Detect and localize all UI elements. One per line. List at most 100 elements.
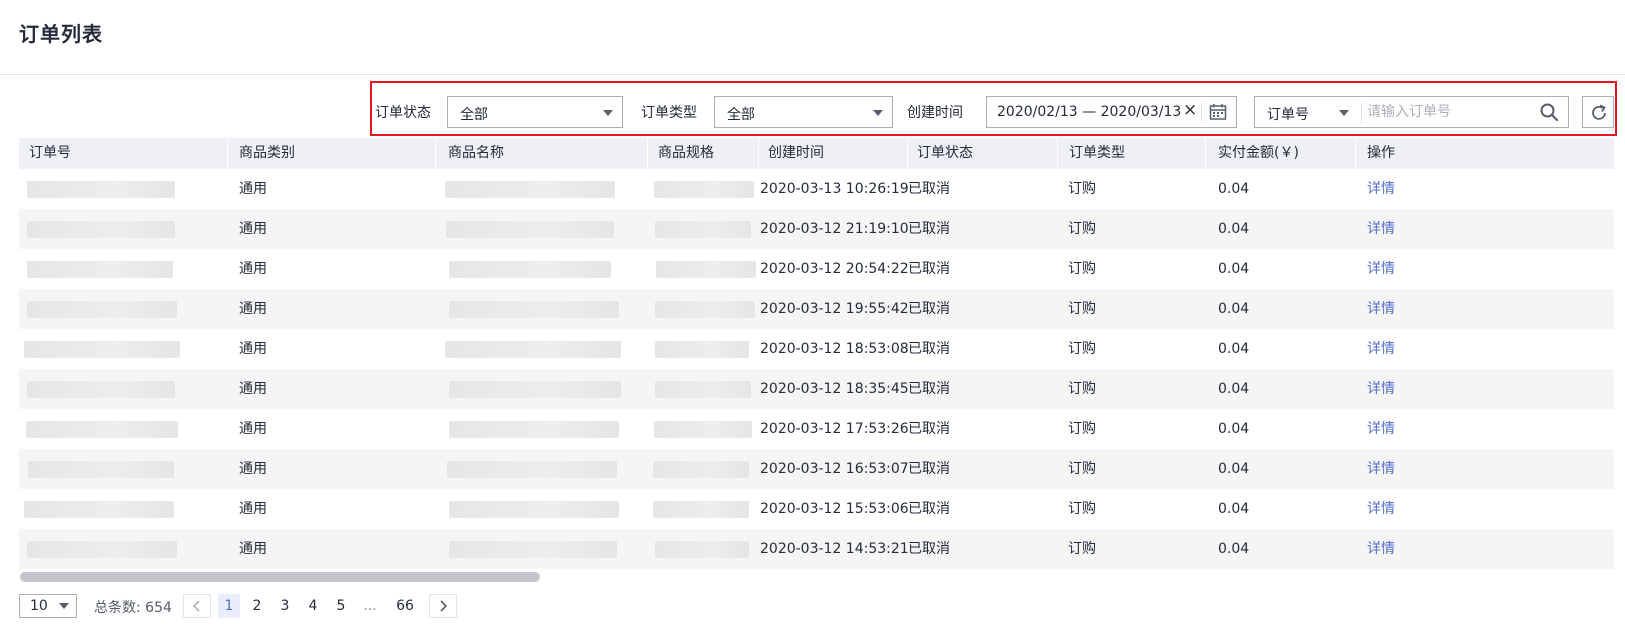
scrollbar-thumb[interactable]	[20, 572, 540, 582]
page-1[interactable]: 1	[218, 594, 240, 618]
detail-link[interactable]: 详情	[1367, 449, 1395, 489]
table-row: 通用 2020-03-12 14:53:21 已取消 订购 0.04 详情	[19, 529, 1614, 569]
cell-created-time: 2020-03-12 16:53:07	[760, 461, 909, 477]
redacted-spec	[653, 461, 749, 478]
cell-status: 已取消	[908, 221, 950, 237]
chevron-down-icon[interactable]	[1339, 110, 1349, 116]
search-field-select[interactable]: 订单号	[1267, 104, 1309, 124]
detail-link[interactable]: 详情	[1367, 209, 1395, 249]
table-row: 通用 2020-03-12 15:53:06 已取消 订购 0.04 详情	[19, 489, 1614, 529]
cell-status: 已取消	[908, 181, 950, 197]
next-page-button[interactable]	[429, 594, 457, 618]
redacted-spec	[655, 301, 755, 318]
redacted-order-no	[27, 381, 175, 398]
column-divider	[435, 138, 436, 169]
chevron-right-icon	[440, 600, 448, 612]
detail-link[interactable]: 详情	[1367, 329, 1395, 369]
cell-amount: 0.04	[1218, 501, 1250, 517]
detail-link[interactable]: 详情	[1367, 489, 1395, 529]
redacted-order-no	[26, 421, 178, 438]
detail-link[interactable]: 详情	[1367, 249, 1395, 289]
search-icon[interactable]	[1539, 102, 1559, 126]
detail-link[interactable]: 详情	[1367, 289, 1395, 329]
date-range-value: 2020/02/13 — 2020/03/13	[997, 104, 1182, 120]
cell-amount: 0.04	[1218, 541, 1250, 557]
page-5[interactable]: 5	[330, 594, 352, 618]
page-4[interactable]: 4	[302, 594, 324, 618]
cell-type: 订购	[1068, 381, 1096, 397]
cell-category: 通用	[239, 421, 267, 437]
cell-amount: 0.04	[1218, 461, 1250, 477]
page-size-value: 10	[30, 598, 48, 614]
page-ellipsis: ...	[363, 598, 377, 614]
cell-created-time: 2020-03-12 18:35:45	[760, 381, 909, 397]
redacted-product-name	[449, 541, 617, 558]
redacted-spec	[653, 501, 749, 518]
chevron-left-icon	[192, 600, 200, 612]
redacted-product-name	[449, 261, 611, 278]
search-divider	[1361, 103, 1362, 123]
refresh-button[interactable]	[1582, 96, 1614, 128]
column-header-category: 商品类别	[239, 145, 295, 161]
page-2[interactable]: 2	[246, 594, 268, 618]
page-66[interactable]: 66	[391, 594, 419, 618]
column-header-status: 订单状态	[917, 145, 973, 161]
redacted-product-name	[447, 461, 617, 478]
order-status-value: 全部	[460, 107, 488, 123]
redacted-spec	[655, 221, 751, 238]
redacted-spec	[654, 181, 754, 198]
page-3[interactable]: 3	[274, 594, 296, 618]
table-row: 通用 2020-03-12 19:55:42 已取消 订购 0.04 详情	[19, 289, 1614, 329]
detail-link[interactable]: 详情	[1367, 369, 1395, 409]
cell-category: 通用	[239, 261, 267, 277]
redacted-spec	[656, 261, 756, 278]
cell-category: 通用	[239, 341, 267, 357]
redacted-order-no	[27, 181, 175, 198]
column-divider	[227, 138, 228, 169]
redacted-order-no	[24, 501, 174, 518]
column-header-action: 操作	[1367, 145, 1395, 161]
cell-amount: 0.04	[1218, 181, 1250, 197]
cell-status: 已取消	[908, 541, 950, 557]
calendar-icon[interactable]	[1209, 103, 1227, 125]
redacted-order-no	[27, 221, 175, 238]
detail-link[interactable]: 详情	[1367, 529, 1395, 569]
page-title: 订单列表	[19, 22, 103, 46]
order-search-input[interactable]	[1367, 100, 1532, 124]
order-type-select[interactable]: 全部	[714, 96, 893, 128]
order-table: 订单号 商品类别 商品名称 商品规格 创建时间 订单状态 订单类型 实付金额(￥…	[19, 138, 1614, 569]
redacted-product-name	[445, 341, 621, 358]
column-header-spec: 商品规格	[658, 145, 714, 161]
redacted-order-no	[27, 541, 177, 558]
title-divider	[0, 74, 1625, 75]
chevron-down-icon	[873, 110, 883, 116]
cell-created-time: 2020-03-12 21:19:10	[760, 221, 909, 237]
cell-status: 已取消	[908, 421, 950, 437]
cell-status: 已取消	[908, 461, 950, 477]
column-header-created: 创建时间	[768, 145, 824, 161]
cell-type: 订购	[1068, 221, 1096, 237]
detail-link[interactable]: 详情	[1367, 409, 1395, 449]
column-divider	[1355, 138, 1356, 169]
page-size-select[interactable]: 10	[19, 594, 77, 618]
prev-page-button[interactable]	[183, 594, 211, 618]
chevron-down-icon	[603, 110, 613, 116]
table-row: 通用 2020-03-12 17:53:26 已取消 订购 0.04 详情	[19, 409, 1614, 449]
column-divider	[1057, 138, 1058, 169]
column-header-order-no: 订单号	[29, 145, 71, 161]
horizontal-scrollbar[interactable]	[19, 571, 1614, 582]
date-range-picker[interactable]: 2020/02/13 — 2020/03/13 ×	[986, 96, 1237, 128]
cell-amount: 0.04	[1218, 381, 1250, 397]
total-count: 总条数: 654	[94, 600, 172, 616]
order-type-value: 全部	[727, 107, 755, 123]
order-status-select[interactable]: 全部	[447, 96, 623, 128]
cell-amount: 0.04	[1218, 341, 1250, 357]
cell-created-time: 2020-03-12 15:53:06	[760, 501, 909, 517]
cell-created-time: 2020-03-12 14:53:21	[760, 541, 909, 557]
detail-link[interactable]: 详情	[1367, 169, 1395, 209]
cell-created-time: 2020-03-13 10:26:19	[760, 181, 909, 197]
redacted-product-name	[446, 221, 614, 238]
redacted-order-no	[24, 341, 180, 358]
clear-icon[interactable]: ×	[1183, 100, 1197, 120]
cell-created-time: 2020-03-12 20:54:22	[760, 261, 909, 277]
